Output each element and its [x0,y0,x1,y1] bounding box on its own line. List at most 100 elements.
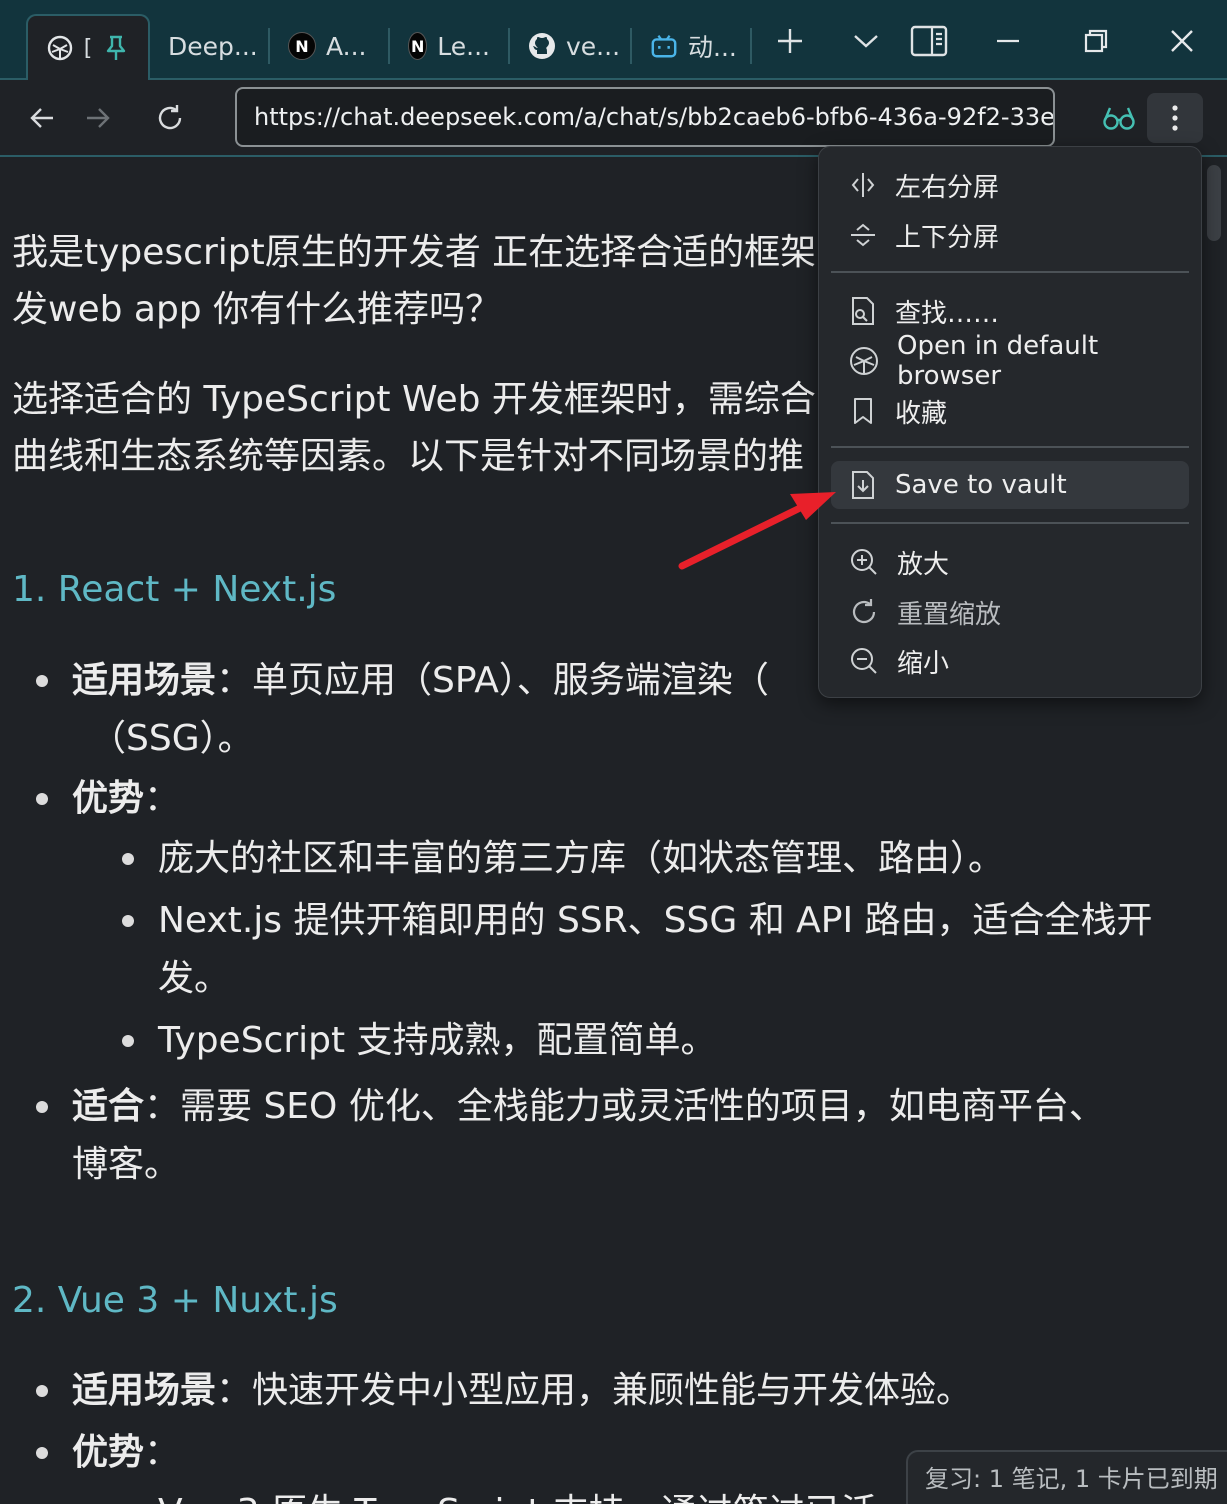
url-field[interactable]: https://chat.deepseek.com/a/chat/s/bb2ca… [235,87,1055,147]
menu-item-reset-zoom[interactable]: 重置缩放 [831,588,1189,636]
menu-divider [831,446,1189,448]
split-horizontal-icon [851,173,875,197]
zoom-in-icon [851,549,877,575]
browser-menu: 左右分屏 上下分屏 查找…… Open in default browser 收… [818,146,1202,698]
menu-item-label: 缩小 [897,648,950,679]
item-text: ：需要 SEO 优化、全栈能力或灵活性的项目，如电商平台、 [144,1086,1105,1127]
tab-active[interactable]: [ [26,14,150,80]
menu-item-find[interactable]: 查找…… [831,287,1189,335]
sub-list-item: Next.js 提供开箱即用的 SSR、SSG 和 API 路由，适合全栈开 发… [158,892,1198,1008]
menu-item-label: Open in default browser [897,331,1099,391]
menu-divider [831,271,1189,273]
github-icon [528,32,556,60]
restore-icon [1084,29,1108,53]
list-item: 优势： [72,1424,180,1482]
globe-icon [850,347,878,375]
menu-divider [831,522,1189,524]
bilibili-icon [650,32,678,60]
section-heading: 1. React + Next.js [12,569,337,610]
sub-list-item: Vue 3 原生 TypeScript 支持，通过签过已活 [158,1484,877,1504]
item-text: （SSG）。 [90,718,254,759]
chevron-down-icon [854,35,878,48]
tab-label: ve... [566,31,621,61]
find-in-page-icon [852,297,874,325]
menu-item-split-top-bottom[interactable]: 上下分屏 [831,211,1189,259]
menu-item-label: 左右分屏 [895,172,1000,203]
reload-icon [158,105,182,130]
pin-icon[interactable] [102,34,130,62]
scrollbar-thumb[interactable] [1207,165,1221,241]
menu-item-zoom-out[interactable]: 缩小 [831,637,1189,685]
forward-button[interactable] [76,96,120,140]
split-vertical-icon [851,223,875,247]
bullet-dot [36,675,48,687]
tab-label: A... [326,31,367,61]
back-button[interactable] [20,96,64,140]
item-label: 优势 [72,1432,145,1473]
tab-label: [ [83,35,93,61]
item-text: 发。 [158,958,231,999]
sub-list-item: TypeScript 支持成熟，配置简单。 [158,1020,717,1061]
arrow-left-icon [30,108,53,128]
arrow-right-icon [87,108,110,128]
tab-divider [750,28,752,64]
bullet-dot [122,1035,134,1047]
item-text: ： [144,778,181,819]
menu-item-save-to-vault[interactable]: Save to vault [831,461,1189,509]
list-item: 优势： [72,770,180,828]
tab-le[interactable]: N Le... [390,14,508,78]
plus-icon [778,29,802,53]
minimize-icon [997,39,1019,43]
bullet-dot [36,1101,48,1113]
new-tab-button[interactable] [766,18,814,64]
more-menu-button[interactable] [1147,93,1203,143]
item-label: 适用场景 [72,1370,217,1411]
nextjs-icon: N [288,32,316,60]
item-label: 适合 [72,1086,145,1127]
section-heading: 2. Vue 3 + Nuxt.js [12,1280,338,1321]
bullet-dot [122,915,134,927]
item-label: 适用场景 [72,660,217,701]
tab-list-button[interactable] [842,18,890,64]
nextjs-icon: N [408,32,428,60]
menu-item-label: 放大 [897,549,950,580]
menu-item-bookmark[interactable]: 收藏 [831,387,1189,435]
zoom-out-icon [851,648,877,674]
vertical-dots-icon [1172,105,1178,131]
sub-list-item: 庞大的社区和丰富的第三方库（如状态管理、路由）。 [158,838,1005,879]
menu-item-label: 重置缩放 [897,599,1002,630]
tab-deepseek[interactable]: Deep... [150,14,268,78]
item-text: 博客。 [72,1144,181,1185]
list-item: 适用场景：快速开发中小型应用，兼顾性能与开发体验。 [72,1362,972,1420]
tab-a[interactable]: N A... [270,14,388,78]
reload-button[interactable] [148,96,192,140]
tab-label: Deep... [168,31,258,61]
bullet-dot [36,1385,48,1397]
restore-button[interactable] [1072,18,1120,64]
sidebar-icon [910,25,948,57]
menu-item-split-left-right[interactable]: 左右分屏 [831,161,1189,209]
close-window-button[interactable] [1158,18,1206,64]
tab-bar: [ Deep... N A... N Le... ve... 动... [0,0,1227,80]
review-status[interactable]: 复习: 1 笔记, 1 卡片已到期 [906,1450,1227,1504]
file-download-icon [852,471,874,499]
item-text: Next.js 提供开箱即用的 SSR、SSG 和 API 路由，适合全栈开 [158,900,1153,941]
deepseek-icon [46,34,74,62]
tab-bilibili[interactable]: 动... [632,14,750,78]
item-text: ：单页应用（SPA）、服务端渲染（ [216,660,769,701]
tab-label: 动... [688,33,737,62]
item-text: ：快速开发中小型应用，兼顾性能与开发体验。 [216,1370,973,1411]
tab-github[interactable]: ve... [510,14,630,78]
list-item: 适合：需要 SEO 优化、全栈能力或灵活性的项目，如电商平台、 博客。 [72,1078,1212,1194]
tab-label: Le... [437,31,490,61]
minimize-button[interactable] [984,18,1032,64]
menu-item-label: 上下分屏 [895,222,1000,253]
sidebar-toggle-button[interactable] [905,18,953,64]
menu-item-open-default-browser[interactable]: Open in default browser [831,331,1189,391]
menu-item-label: 收藏 [895,398,948,429]
item-label: 优势 [72,778,145,819]
reader-mode-button[interactable] [1097,96,1141,140]
glasses-icon [1103,107,1135,130]
menu-item-zoom-in[interactable]: 放大 [831,538,1189,586]
item-text: ： [144,1432,181,1473]
